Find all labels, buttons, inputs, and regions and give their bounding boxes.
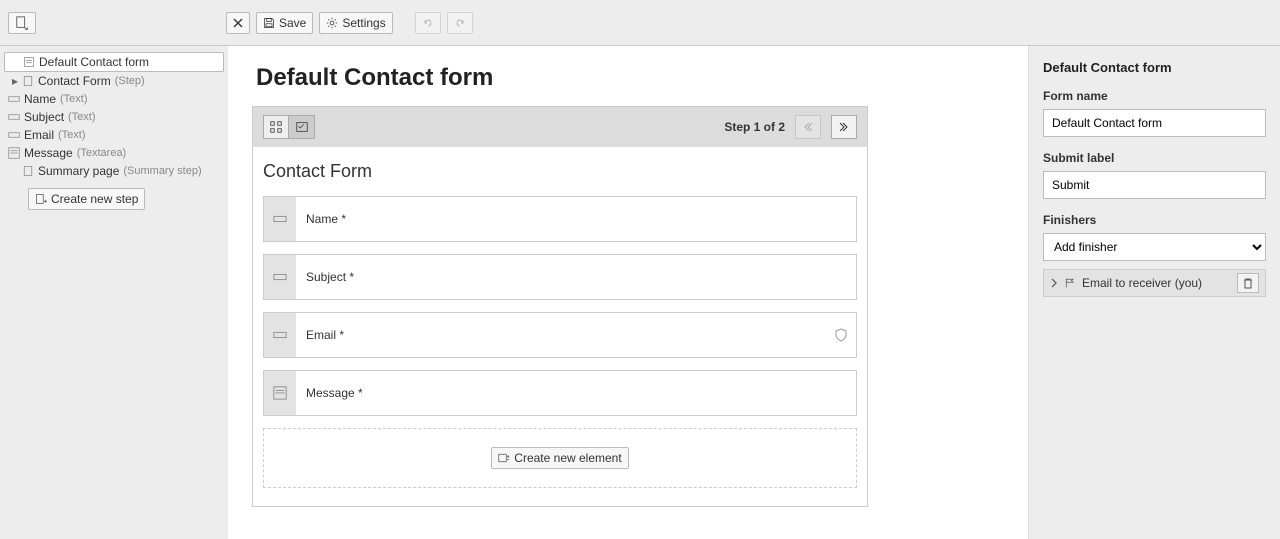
settings-label: Settings	[342, 16, 385, 30]
text-field-icon	[273, 272, 287, 282]
next-step-button[interactable]	[831, 115, 857, 139]
submit-label-label: Submit label	[1043, 151, 1266, 165]
undo-button[interactable]	[415, 12, 441, 34]
tree-item-type: (Summary step)	[123, 165, 201, 177]
structure-tree: Default Contact form ▸ Contact Form (Ste…	[0, 46, 228, 539]
page-icon	[22, 165, 34, 177]
gear-icon	[326, 17, 338, 29]
tree-item-label: Summary page	[38, 164, 119, 178]
tree-root[interactable]: Default Contact form	[4, 52, 224, 72]
tree-item-field[interactable]: Subject (Text)	[4, 108, 224, 126]
panel-title: Default Contact form	[1043, 60, 1266, 75]
text-field-icon	[273, 330, 287, 340]
field-label: Subject *	[296, 255, 856, 299]
page-icon	[22, 75, 34, 87]
save-label: Save	[279, 16, 306, 30]
form-field-message[interactable]: Message *	[263, 370, 857, 416]
tree-item-type: (Text)	[68, 111, 96, 123]
delete-finisher-button[interactable]	[1237, 273, 1259, 293]
add-element-icon	[498, 452, 510, 464]
chevron-left-icon	[803, 122, 813, 132]
field-label: Name *	[296, 197, 856, 241]
form-name-label: Form name	[1043, 89, 1266, 103]
tree-item-label: Name	[24, 92, 56, 106]
chevron-right-icon	[1050, 278, 1058, 288]
step-title: Contact Form	[263, 161, 857, 182]
tree-item-label: Subject	[24, 110, 64, 124]
form-icon	[23, 56, 35, 68]
view-mode-preview-button[interactable]	[289, 115, 315, 139]
add-finisher-select[interactable]: Add finisher	[1043, 233, 1266, 261]
tree-item-summary[interactable]: Summary page (Summary step)	[4, 162, 224, 180]
field-label: Email *	[296, 313, 826, 357]
new-form-button[interactable]	[8, 12, 36, 34]
finisher-item[interactable]: Email to receiver (you)	[1043, 269, 1266, 297]
properties-panel: Default Contact form Form name Submit la…	[1028, 46, 1280, 539]
field-label: Message *	[296, 371, 856, 415]
close-icon	[233, 18, 243, 28]
settings-button[interactable]: Settings	[319, 12, 392, 34]
form-field-subject[interactable]: Subject *	[263, 254, 857, 300]
chevron-right-icon	[839, 122, 849, 132]
finisher-label: Email to receiver (you)	[1082, 276, 1231, 290]
tree-item-type: (Textarea)	[77, 147, 127, 159]
text-field-icon	[273, 214, 287, 224]
create-step-button[interactable]: Create new step	[28, 188, 145, 210]
form-stage: Step 1 of 2 Contact Form	[252, 106, 868, 507]
save-icon	[263, 17, 275, 29]
text-field-icon	[8, 112, 20, 122]
submit-label-input[interactable]	[1043, 171, 1266, 199]
tree-item-type: (Text)	[58, 129, 86, 141]
undo-icon	[422, 17, 434, 29]
redo-icon	[454, 17, 466, 29]
textarea-icon	[273, 386, 287, 400]
add-element-zone: Create new element	[263, 428, 857, 488]
add-icon	[35, 193, 47, 205]
create-step-label: Create new step	[51, 192, 138, 206]
textarea-icon	[8, 147, 20, 159]
preview-icon	[295, 120, 309, 134]
new-form-icon	[15, 16, 29, 30]
text-field-icon	[8, 94, 20, 104]
prev-step-button[interactable]	[795, 115, 821, 139]
redo-button[interactable]	[447, 12, 473, 34]
tree-item-field[interactable]: Email (Text)	[4, 126, 224, 144]
tree-item-field[interactable]: Message (Textarea)	[4, 144, 224, 162]
step-indicator: Step 1 of 2	[724, 120, 785, 134]
page-title: Default Contact form	[256, 64, 1004, 92]
close-button[interactable]	[226, 12, 250, 34]
tree-item-step[interactable]: ▸ Contact Form (Step)	[4, 72, 224, 90]
create-element-button[interactable]: Create new element	[491, 447, 628, 469]
chevron-right-icon: ▸	[8, 74, 22, 88]
tree-item-label: Email	[24, 128, 54, 142]
form-name-input[interactable]	[1043, 109, 1266, 137]
shield-icon	[835, 328, 847, 342]
drag-handle[interactable]	[264, 371, 296, 415]
tree-item-field[interactable]: Name (Text)	[4, 90, 224, 108]
tree-item-label: Message	[24, 146, 73, 160]
form-field-name[interactable]: Name *	[263, 196, 857, 242]
finishers-label: Finishers	[1043, 213, 1266, 227]
trash-icon	[1243, 277, 1253, 289]
form-field-email[interactable]: Email *	[263, 312, 857, 358]
tree-root-label: Default Contact form	[39, 55, 149, 69]
tree-item-label: Contact Form	[38, 74, 111, 88]
flag-icon	[1064, 277, 1076, 289]
save-button[interactable]: Save	[256, 12, 313, 34]
create-element-label: Create new element	[514, 451, 621, 465]
tree-item-type: (Step)	[115, 75, 145, 87]
view-mode-tree-button[interactable]	[263, 115, 289, 139]
tree-item-type: (Text)	[60, 93, 88, 105]
text-field-icon	[8, 130, 20, 140]
tree-view-icon	[269, 120, 283, 134]
drag-handle[interactable]	[264, 255, 296, 299]
drag-handle[interactable]	[264, 313, 296, 357]
drag-handle[interactable]	[264, 197, 296, 241]
